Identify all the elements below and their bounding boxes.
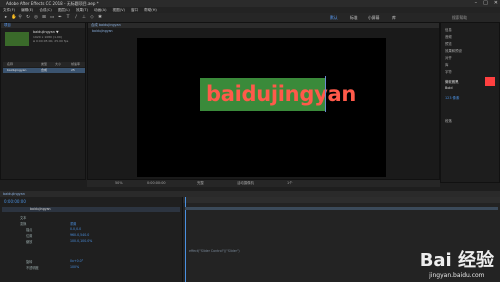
viewer-timecode[interactable]: 0:00:00:00 — [147, 180, 166, 187]
puppet-tool-icon[interactable]: ✱ — [98, 15, 102, 20]
font-size-field[interactable]: 123 像素 — [445, 95, 459, 100]
time-ruler[interactable] — [183, 197, 500, 203]
viewer-controls: 50% 0:00:00:00 完整 活动摄像机 1个 — [87, 180, 440, 187]
panel-library[interactable]: 库 — [445, 62, 448, 67]
workspace-library[interactable]: 库 — [392, 14, 396, 21]
timeline-layers: 0:00:00:00 baidujingyan 文本 变换 重置 锚点 0.0,… — [0, 197, 183, 282]
hand-tool-icon[interactable]: ✋ — [11, 15, 17, 20]
maximize-icon[interactable]: □ — [483, 0, 488, 7]
resolution-select[interactable]: 完整 — [197, 180, 204, 187]
minimize-icon[interactable]: – — [475, 0, 478, 7]
fill-color-swatch[interactable] — [485, 77, 495, 86]
window-title: Adobe After Effects CC 2018 - 无标题项目.aep … — [6, 1, 99, 6]
panel-character[interactable]: 字符 — [445, 69, 452, 74]
zoom-tool-icon[interactable]: ⚲ — [18, 15, 22, 20]
eraser-tool-icon[interactable]: ◇ — [90, 15, 94, 20]
text-layer-box[interactable]: baidujingyan — [200, 78, 356, 111]
watermark-url: jingyan.baidu.com — [429, 272, 485, 279]
layer-duration-bar[interactable] — [185, 207, 498, 210]
position-value[interactable]: 960.0,540.0 — [70, 233, 89, 237]
rotation-value[interactable]: 0x+0.0° — [70, 259, 83, 263]
font-family-select[interactable]: 微软雅黑 — [445, 79, 459, 84]
panel-align[interactable]: 对齐 — [445, 55, 452, 60]
transform-reset[interactable]: 重置 — [70, 221, 76, 226]
project-panel: 项目 baidujingyan ▼ 1920 x 1080 (1.00) Δ 0… — [0, 22, 86, 180]
anchor-value[interactable]: 0.0,0.0 — [70, 227, 81, 231]
prop-text[interactable]: 文本 — [20, 215, 26, 220]
comp-info-duration: Δ 0:00:05:00, 25.00 fps — [33, 39, 69, 43]
font-style-select[interactable]: Bold — [445, 86, 453, 90]
opacity-value[interactable]: 100% — [70, 265, 79, 269]
camera-tool-icon[interactable]: ◎ — [34, 15, 38, 20]
comp-thumbnail — [5, 32, 29, 46]
camera-select[interactable]: 活动摄像机 — [237, 180, 254, 187]
brush-tool-icon[interactable]: / — [74, 15, 78, 20]
type-tool-icon[interactable]: T — [66, 15, 70, 20]
baidu-logo: Bai 经验 — [419, 250, 494, 271]
selection-tool-icon[interactable]: ▸ — [4, 15, 8, 20]
text-layer-content: baidujingyan — [206, 82, 356, 106]
panel-paragraph[interactable]: 段落 — [445, 118, 452, 123]
prop-scale[interactable]: 缩放 — [26, 239, 32, 244]
search-help-input[interactable]: 搜索帮助 — [452, 14, 467, 21]
pen-tool-icon[interactable]: ✒ — [58, 15, 62, 20]
prop-rotation[interactable]: 旋转 — [26, 259, 32, 264]
workspace-standard[interactable]: 标准 — [350, 14, 358, 21]
project-tab[interactable]: 项目 — [1, 23, 85, 28]
panel-preview[interactable]: 预览 — [445, 41, 452, 46]
comp-breadcrumb[interactable]: baidujingyan — [92, 29, 113, 33]
workspace-default[interactable]: 默认 — [330, 14, 338, 21]
panel-audio[interactable]: 音频 — [445, 34, 452, 39]
prop-anchor[interactable]: 锚点 — [26, 227, 32, 232]
stamp-tool-icon[interactable]: ⊥ — [82, 15, 86, 20]
prop-transform[interactable]: 变换 — [20, 221, 26, 226]
text-cursor — [325, 76, 326, 112]
rectangle-tool-icon[interactable]: ▭ — [50, 15, 54, 20]
comp-name-label: baidujingyan ▼ — [33, 30, 59, 34]
comp-viewer-canvas[interactable]: baidujingyan — [137, 38, 386, 177]
prop-position[interactable]: 位置 — [26, 233, 32, 238]
timeline-timecode[interactable]: 0:00:00:00 — [4, 199, 26, 204]
rotate-tool-icon[interactable]: ↻ — [26, 15, 30, 20]
panel-info[interactable]: 信息 — [445, 27, 452, 32]
project-columns: 名称 类型 大小 帧速率 — [3, 62, 85, 67]
composition-tab[interactable]: 合成 baidujingyan — [88, 23, 439, 28]
workspace-small-screen[interactable]: 小屏幕 — [368, 14, 379, 21]
scale-value[interactable]: 100.0,100.0% — [70, 239, 92, 243]
project-item-row[interactable]: baidujingyan 合成 25 — [3, 68, 85, 73]
title-bar: Adobe After Effects CC 2018 - 无标题项目.aep … — [0, 0, 500, 7]
baidu-watermark: Bai 经验 jingyan.baidu.com — [420, 246, 494, 279]
panel-effects-presets[interactable]: 效果和预设 — [445, 48, 462, 53]
expression-text[interactable]: effect("Slider Control")("Slider") — [189, 249, 240, 253]
views-select[interactable]: 1个 — [287, 180, 293, 187]
pan-tool-icon[interactable]: ⊞ — [42, 15, 46, 20]
close-icon[interactable]: ✕ — [494, 0, 498, 7]
right-side-panel: 信息 音频 预览 效果和预设 对齐 库 字符 微软雅黑 Bold 123 像素 … — [440, 22, 500, 183]
layer-row[interactable]: baidujingyan — [2, 207, 180, 212]
zoom-select[interactable]: 50% — [115, 180, 123, 187]
prop-opacity[interactable]: 不透明度 — [26, 265, 39, 270]
